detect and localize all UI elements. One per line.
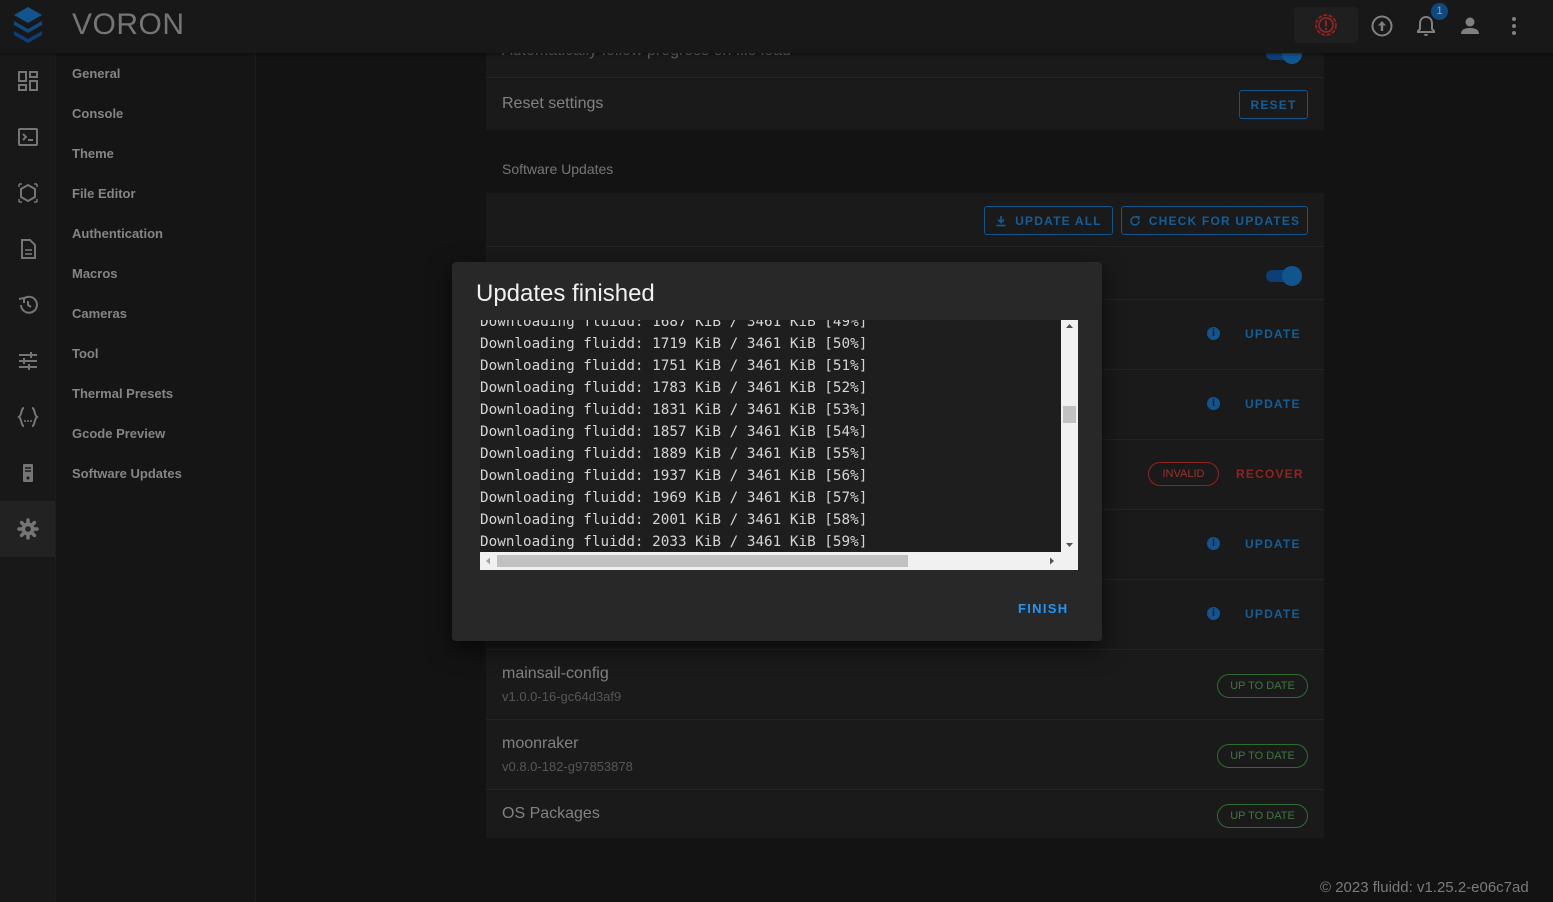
scroll-thumb[interactable] [1063, 406, 1076, 423]
log-line: Downloading fluidd: 1719 KiB / 3461 KiB … [480, 336, 868, 352]
log-line: Downloading fluidd: 1969 KiB / 3461 KiB … [480, 490, 868, 506]
scroll-right-arrow-icon[interactable] [1050, 557, 1054, 565]
log-line: Downloading fluidd: 1831 KiB / 3461 KiB … [480, 402, 868, 418]
footer-version: © 2023 fluidd: v1.25.2-e06c7ad [1320, 879, 1529, 896]
scroll-left-arrow-icon[interactable] [486, 557, 490, 565]
scroll-up-arrow-icon[interactable] [1066, 324, 1073, 328]
vertical-scrollbar[interactable] [1061, 320, 1078, 552]
horizontal-scroll-thumb[interactable] [497, 555, 908, 567]
log-line: Downloading fluidd: 1751 KiB / 3461 KiB … [480, 358, 868, 374]
finish-button[interactable]: FINISH [1018, 601, 1068, 616]
log-line: Downloading fluidd: 2033 KiB / 3461 KiB … [480, 534, 868, 550]
log-line: Downloading fluidd: 2001 KiB / 3461 KiB … [480, 512, 868, 528]
log-line: Downloading fluidd: 1937 KiB / 3461 KiB … [480, 468, 868, 484]
log-line: Downloading fluidd: 1857 KiB / 3461 KiB … [480, 424, 868, 440]
log-line: Downloading fluidd: 1687 KiB / 3461 KiB … [480, 320, 868, 330]
log-line: Downloading fluidd: 1783 KiB / 3461 KiB … [480, 380, 868, 396]
updates-dialog: Updates finished Downloading fluidd: 168… [452, 262, 1102, 641]
dialog-title: Updates finished [476, 280, 655, 307]
scroll-down-arrow-icon[interactable] [1066, 543, 1073, 547]
horizontal-scrollbar[interactable] [480, 552, 1078, 570]
log-line: Downloading fluidd: 1889 KiB / 3461 KiB … [480, 446, 868, 462]
update-log[interactable]: Downloading fluidd: 1687 KiB / 3461 KiB … [480, 320, 1061, 552]
